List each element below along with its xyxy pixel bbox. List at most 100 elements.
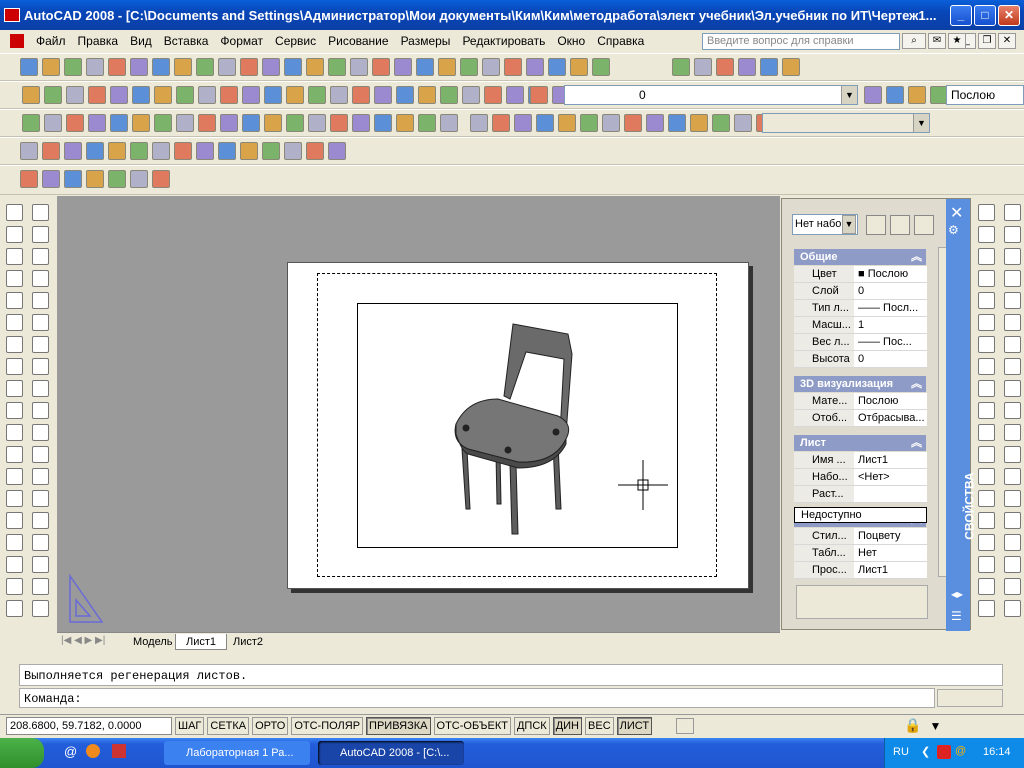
tool-icon[interactable] — [978, 314, 995, 331]
tool-icon[interactable] — [1004, 314, 1021, 331]
tool-icon[interactable] — [1004, 336, 1021, 353]
app-quicklaunch-icon[interactable] — [112, 744, 126, 758]
toolbar-tool-icon[interactable] — [154, 86, 172, 104]
toolbar-tool-icon[interactable] — [264, 114, 282, 132]
toolbar-tool-icon[interactable] — [514, 114, 532, 132]
menu-insert[interactable]: Вставка — [158, 30, 215, 52]
menu-help[interactable]: Справка — [591, 30, 650, 52]
toolbar-tool-icon[interactable] — [864, 86, 882, 104]
tool-icon[interactable] — [978, 556, 995, 573]
lineweight-toggle[interactable]: ВЕС — [585, 716, 614, 735]
toolbar-tool-icon[interactable] — [602, 114, 620, 132]
property-row[interactable]: Набо... <Нет> — [794, 469, 927, 486]
browser-icon[interactable]: @ — [64, 744, 77, 759]
tool-icon[interactable] — [32, 556, 49, 573]
maximize-viewport-icon[interactable] — [676, 717, 695, 734]
toolbar-tool-icon[interactable] — [242, 114, 260, 132]
property-row[interactable]: Отоб... Отбрасыва... — [794, 410, 927, 427]
tool-icon[interactable] — [978, 248, 995, 265]
toolbar-tool-icon[interactable] — [712, 114, 730, 132]
quick-select-icon[interactable] — [914, 215, 934, 235]
toolbar-tool-icon[interactable] — [672, 58, 690, 76]
toolbar-tool-icon[interactable] — [328, 142, 346, 160]
tool-icon[interactable] — [978, 226, 995, 243]
toolbar-tool-icon[interactable] — [580, 114, 598, 132]
taskbar-item-autocad[interactable]: AutoCAD 2008 - [C:\... — [318, 741, 464, 765]
minimize-button[interactable]: _ — [950, 5, 972, 26]
tool-icon[interactable] — [978, 380, 995, 397]
tool-icon[interactable] — [978, 490, 995, 507]
toolbar-tool-icon[interactable] — [396, 86, 414, 104]
property-value[interactable]: Лист1 — [856, 562, 926, 578]
lock-icon[interactable]: 🔒 — [904, 717, 921, 734]
toolbar-tool-icon[interactable] — [176, 86, 194, 104]
toolbar-tool-icon[interactable] — [418, 114, 436, 132]
toolbar-tool-icon[interactable] — [66, 114, 84, 132]
menu-tools[interactable]: Сервис — [269, 30, 322, 52]
menu-draw[interactable]: Рисование — [322, 30, 394, 52]
toolbar-tool-icon[interactable] — [418, 86, 436, 104]
toolbar-tool-icon[interactable] — [694, 58, 712, 76]
tool-icon[interactable] — [1004, 358, 1021, 375]
tool-icon[interactable] — [1004, 424, 1021, 441]
toolbar-tool-icon[interactable] — [886, 86, 904, 104]
property-row[interactable]: Имя ... Лист1 — [794, 452, 927, 469]
property-row[interactable]: Масш... 1 — [794, 317, 927, 334]
toolbar-tool-icon[interactable] — [198, 86, 216, 104]
toolbar-tool-icon[interactable] — [374, 86, 392, 104]
toolbar-tool-icon[interactable] — [286, 86, 304, 104]
palette-title-strip[interactable]: ✕ ⚙ СВОЙСТВА ◂▸ ☰ — [946, 199, 977, 631]
toolbar-tool-icon[interactable] — [328, 58, 346, 76]
tool-icon[interactable] — [6, 512, 23, 529]
toolbar-tool-icon[interactable] — [460, 58, 478, 76]
maximize-button[interactable]: □ — [974, 5, 996, 26]
toolbar-tool-icon[interactable] — [130, 58, 148, 76]
toolbar-tool-icon[interactable] — [240, 142, 258, 160]
toolbar-tool-icon[interactable] — [86, 58, 104, 76]
property-value[interactable]: ■ Послою — [856, 266, 926, 282]
antivirus-icon[interactable] — [937, 745, 951, 759]
tool-icon[interactable] — [1004, 248, 1021, 265]
toolbar-tool-icon[interactable] — [306, 142, 324, 160]
chevron-down-icon[interactable]: ▼ — [842, 215, 856, 234]
toolbar-tool-icon[interactable] — [44, 114, 62, 132]
firefox-icon[interactable] — [86, 744, 100, 758]
tool-icon[interactable] — [32, 204, 49, 221]
tool-icon[interactable] — [6, 446, 23, 463]
toolbar-tool-icon[interactable] — [306, 58, 324, 76]
tool-icon[interactable] — [1004, 468, 1021, 485]
toolbar-tool-icon[interactable] — [716, 58, 734, 76]
toolbar-tool-icon[interactable] — [760, 58, 778, 76]
toolbar-tool-icon[interactable] — [64, 58, 82, 76]
command-input[interactable]: Команда: — [19, 688, 935, 708]
language-indicator[interactable]: RU — [893, 746, 909, 758]
toolbar-tool-icon[interactable] — [176, 114, 194, 132]
property-value[interactable]: Отбрасыва... — [856, 410, 926, 426]
toggle-pickadd-icon[interactable] — [866, 215, 886, 235]
taskbar-item-word[interactable]: Лабораторная 1 Ра... — [164, 741, 310, 765]
tool-icon[interactable] — [978, 204, 995, 221]
toolbar-tool-icon[interactable] — [782, 58, 800, 76]
search-icon[interactable]: ⌕ — [902, 33, 926, 49]
toolbar-tool-icon[interactable] — [504, 58, 522, 76]
property-value[interactable]: Лист1 — [856, 452, 926, 468]
toolbar-tool-icon[interactable] — [196, 142, 214, 160]
toolbar-tool-icon[interactable] — [536, 114, 554, 132]
toolbar-tool-icon[interactable] — [132, 114, 150, 132]
tool-icon[interactable] — [6, 380, 23, 397]
toolbar-tool-icon[interactable] — [110, 114, 128, 132]
toolbar-tool-icon[interactable] — [152, 58, 170, 76]
toolbar-tool-icon[interactable] — [242, 86, 260, 104]
palette-menu-icon[interactable]: ☰ — [951, 609, 962, 623]
tool-icon[interactable] — [32, 534, 49, 551]
toolbar-tool-icon[interactable] — [330, 86, 348, 104]
snap-toggle[interactable]: ШАГ — [175, 716, 205, 735]
toolbar-tool-icon[interactable] — [174, 142, 192, 160]
toolbar-tool-icon[interactable] — [108, 58, 126, 76]
grid-toggle[interactable]: СЕТКА — [207, 716, 250, 735]
close-icon[interactable]: ✕ — [950, 203, 963, 223]
tool-icon[interactable] — [1004, 204, 1021, 221]
toolbar-tool-icon[interactable] — [624, 114, 642, 132]
toolbar-tool-icon[interactable] — [108, 170, 126, 188]
toolbar-tool-icon[interactable] — [64, 170, 82, 188]
